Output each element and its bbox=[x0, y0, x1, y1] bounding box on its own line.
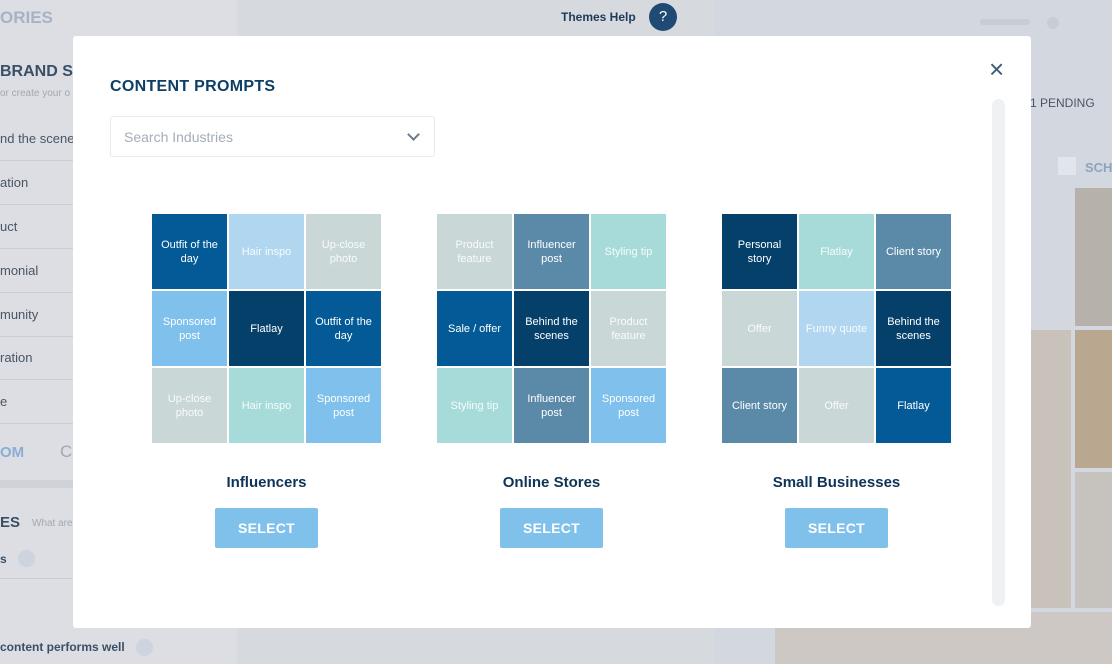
prompt-tile: Behind the scenes bbox=[876, 291, 951, 366]
prompt-tile: Styling tip bbox=[437, 368, 512, 443]
prompt-tile: Sale / offer bbox=[437, 291, 512, 366]
photo-thumb[interactable] bbox=[1075, 330, 1112, 468]
help-icon[interactable]: ? bbox=[649, 3, 677, 31]
prompt-tile: Styling tip bbox=[591, 214, 666, 289]
search-placeholder: Search Industries bbox=[124, 129, 233, 145]
prompt-grid: Personal story Flatlay Client story Offer Fu… bbox=[722, 214, 951, 443]
prompt-tile: Sponsored post bbox=[306, 368, 381, 443]
brand-title: BRAND ST bbox=[0, 63, 83, 80]
info-icon[interactable] bbox=[18, 550, 35, 567]
prompt-grid: Product feature Influencer post Styling ti… bbox=[437, 214, 666, 443]
content-prompts-modal: CONTENT PROMPTS Search Industries × Outf… bbox=[73, 36, 1031, 628]
prompt-tile: Client story bbox=[876, 214, 951, 289]
prompt-tile: Behind the scenes bbox=[514, 291, 589, 366]
prompt-tile: Flatlay bbox=[229, 291, 304, 366]
category-name: Small Businesses bbox=[772, 474, 901, 491]
prompt-tile: Up-close photo bbox=[306, 214, 381, 289]
prompt-tile: Flatlay bbox=[799, 214, 874, 289]
prompt-tile: Sponsored post bbox=[591, 368, 666, 443]
category-name: Online Stores bbox=[502, 474, 601, 491]
select-button[interactable]: SELECT bbox=[785, 508, 888, 548]
info-icon[interactable] bbox=[136, 639, 153, 656]
prompt-tile: Influencer post bbox=[514, 368, 589, 443]
prompt-tile: Outfit of the day bbox=[152, 214, 227, 289]
select-button[interactable]: SELECT bbox=[215, 508, 318, 548]
category-name: Influencers bbox=[226, 474, 307, 491]
schedule-tab[interactable]: SCH bbox=[1085, 160, 1112, 175]
row-label: s bbox=[0, 552, 7, 566]
prompt-tile: Offer bbox=[722, 291, 797, 366]
scrollbar[interactable] bbox=[992, 99, 1005, 606]
category-card: Personal story Flatlay Client story Offer Fu… bbox=[722, 214, 951, 548]
photo-thumb[interactable] bbox=[1075, 472, 1112, 608]
prompt-tile: Hair inspo bbox=[229, 368, 304, 443]
category-card: Product feature Influencer post Styling ti… bbox=[437, 214, 666, 548]
prompt-tile: Outfit of the day bbox=[306, 291, 381, 366]
modal-title: CONTENT PROMPTS bbox=[110, 78, 276, 95]
category-card: Outfit of the day Hair inspo Up-close phot… bbox=[152, 214, 381, 548]
prompt-tile: Up-close photo bbox=[152, 368, 227, 443]
tab-left[interactable]: OM bbox=[0, 444, 24, 461]
section-title: ES bbox=[0, 514, 21, 531]
tab-right[interactable]: C bbox=[60, 442, 72, 462]
prompt-tile: Offer bbox=[799, 368, 874, 443]
search-industries-dropdown[interactable]: Search Industries bbox=[110, 116, 435, 157]
performance-label: content performs well bbox=[0, 640, 125, 654]
close-icon[interactable]: × bbox=[989, 56, 1004, 82]
prompt-tile: Funny quote bbox=[799, 291, 874, 366]
chevron-down-icon bbox=[407, 128, 420, 141]
pending-count: 1 PENDING bbox=[1030, 96, 1095, 110]
prompt-tile: Flatlay bbox=[876, 368, 951, 443]
prompt-tile: Influencer post bbox=[514, 214, 589, 289]
section-subtitle: What are bbox=[32, 518, 73, 529]
prompt-grid: Outfit of the day Hair inspo Up-close phot… bbox=[152, 214, 381, 443]
prompt-tile: Personal story bbox=[722, 214, 797, 289]
header-partial: ORIES bbox=[0, 8, 53, 27]
prompt-tile: Hair inspo bbox=[229, 214, 304, 289]
prompt-tile: Client story bbox=[722, 368, 797, 443]
brand-subtitle: or create your o bbox=[0, 88, 71, 99]
prompt-tile: Sponsored post bbox=[152, 291, 227, 366]
prompt-tile: Product feature bbox=[437, 214, 512, 289]
select-button[interactable]: SELECT bbox=[500, 508, 603, 548]
schedule-icon bbox=[1058, 157, 1076, 175]
prompt-tile: Product feature bbox=[591, 291, 666, 366]
photo-thumb[interactable] bbox=[1075, 188, 1112, 326]
themes-help-link[interactable]: Themes Help bbox=[561, 10, 636, 24]
